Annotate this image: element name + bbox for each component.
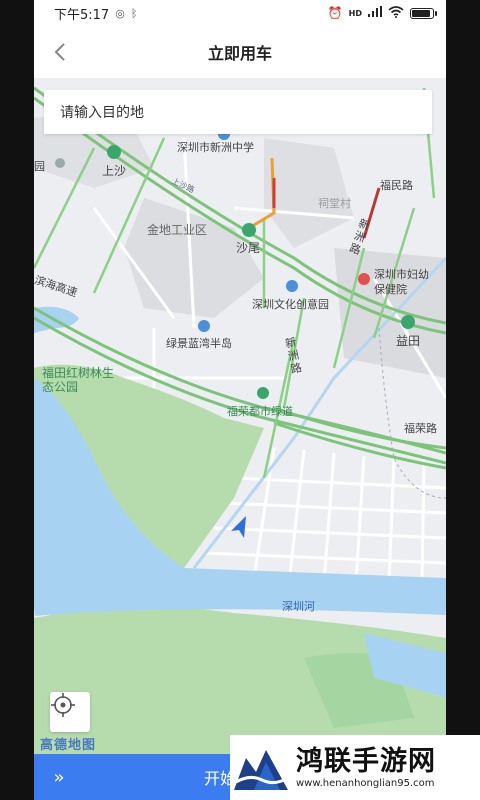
map-label: 沙尾	[236, 241, 261, 255]
nav-bar: 立即用车	[34, 26, 446, 78]
double-chevron-right-icon[interactable]: »	[34, 767, 84, 788]
back-chevron-left-icon[interactable]	[48, 40, 72, 64]
signal-icon	[368, 6, 382, 20]
map-label: 深圳文化创意园	[252, 298, 329, 311]
amap-logo: 高德地图	[40, 738, 97, 753]
map-label: 深圳河	[282, 600, 315, 613]
page-title: 立即用车	[207, 44, 272, 63]
destination-search-input[interactable]: 请输入目的地	[44, 90, 432, 134]
watermark: 鸿联手游网 www.henanhonglian95.com	[230, 735, 480, 800]
bluetooth-icon: ᛒ	[130, 6, 138, 20]
battery-icon	[410, 7, 437, 19]
alarm-icon: ⏰	[327, 6, 343, 20]
map-label: 绿景蓝湾半岛	[166, 337, 232, 350]
chat-notification-icon: ◎	[115, 6, 125, 20]
map-label: 上沙	[102, 164, 127, 178]
destination-placeholder: 请输入目的地	[60, 105, 144, 121]
map-label: 福荣都市绿道	[227, 405, 293, 418]
status-bar: 下午5:17 ◎ ᛒ ⏰ HD	[34, 0, 446, 26]
watermark-title: 鸿联手游网	[296, 746, 436, 777]
map-label: 深圳市妇幼保健院	[374, 268, 429, 296]
watermark-logo-icon	[230, 737, 292, 798]
crosshair-icon	[51, 693, 75, 717]
map-label: 祠堂村	[318, 197, 351, 210]
map-label: 益田	[396, 334, 421, 348]
map-view[interactable]: 深圳市新洲中学 上沙 园 金地工业区 沙尾 祠堂村 新洲路 福民路 深圳市妇幼保…	[34, 78, 446, 754]
map-label: 福田红树林生态公园	[42, 366, 115, 394]
map-label: 深圳市新洲中学	[177, 141, 254, 154]
map-label: 金地工业区	[147, 223, 208, 237]
map-label: 福荣路	[404, 422, 437, 435]
status-time: 下午5:17	[54, 7, 110, 23]
map-label: 福民路	[380, 179, 413, 192]
map-label: 园	[34, 160, 45, 173]
wifi-icon	[388, 5, 404, 21]
locate-me-button[interactable]	[50, 692, 90, 732]
app-screen: 下午5:17 ◎ ᛒ ⏰ HD 立即用车 深圳市新洲中学 上沙 园 金地工业区 …	[34, 0, 446, 800]
hd-icon: HD	[348, 8, 362, 18]
device-frame: 下午5:17 ◎ ᛒ ⏰ HD 立即用车 深圳市新洲中学 上沙 园 金地工业区 …	[0, 0, 480, 800]
watermark-url: www.henanhonglian95.com	[296, 778, 435, 789]
